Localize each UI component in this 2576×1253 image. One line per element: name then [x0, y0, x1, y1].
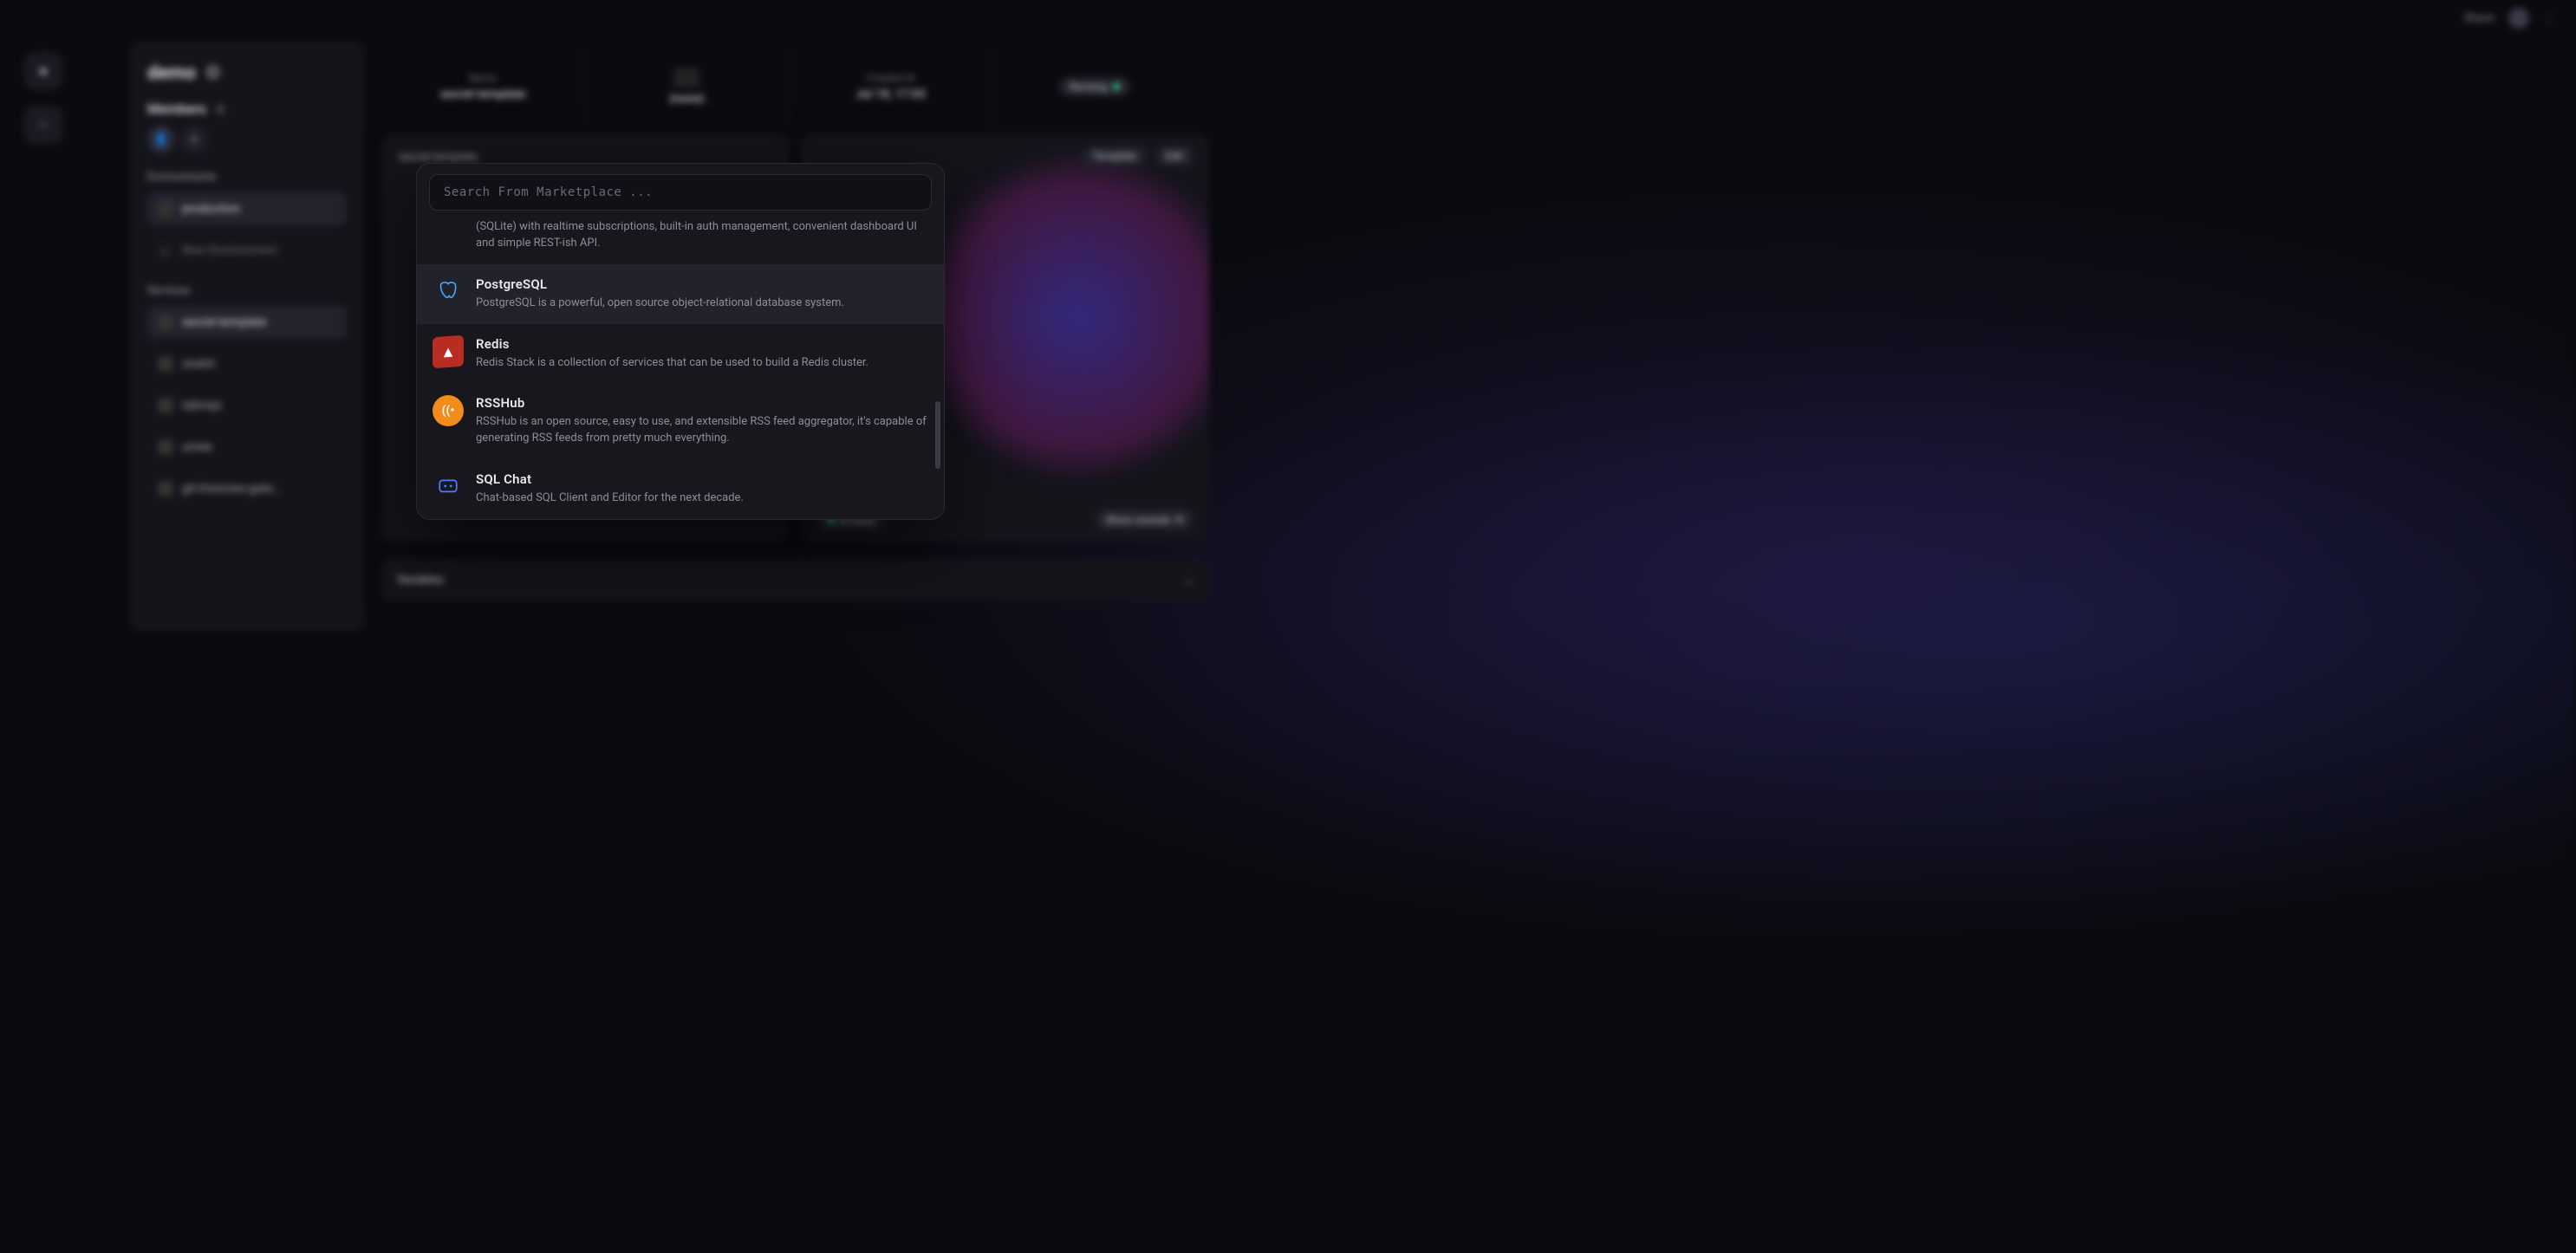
card-left-title: secret-template: [399, 151, 478, 164]
service-item[interactable]: tabrisjs: [147, 389, 347, 422]
result-description: PostgreSQL is a powerful, open source ob…: [476, 295, 844, 312]
rail-search-icon[interactable]: ☆: [24, 106, 62, 144]
avatar-menu[interactable]: [2508, 8, 2529, 29]
header-source-value: (none): [669, 92, 705, 106]
running-status-pill: Running: [1059, 77, 1130, 96]
redis-icon: ▲: [433, 334, 464, 368]
terminal-icon: ⧉: [1175, 513, 1183, 526]
marketplace-result-item[interactable]: ▲ Redis Redis Stack is a collection of ser…: [417, 324, 944, 384]
sqlchat-icon: [433, 471, 464, 503]
services-section-label: Services: [147, 284, 347, 297]
header-created-value: Jul 18, 17:03: [855, 88, 926, 101]
marketplace-result-item[interactable]: ◡(SQLite) with realtime subscriptions, b…: [417, 219, 944, 264]
result-description: Chat-based SQL Client and Editor for the…: [476, 490, 744, 507]
result-title: Redis: [476, 336, 868, 352]
member-avatar[interactable]: 👤: [147, 126, 175, 153]
left-panel: demo ⚙ Members ＋ 👤 ＋ Environments produc…: [130, 42, 364, 631]
members-header: Members ＋: [147, 98, 347, 119]
result-description: Redis Stack is a collection of services …: [476, 355, 868, 372]
service-header: Name secret-template (none) Created At J…: [381, 48, 1196, 126]
postgres-icon: [433, 276, 464, 308]
env-add-button[interactable]: ＋ New Environment: [147, 234, 347, 267]
members-add-icon[interactable]: ＋: [213, 98, 227, 119]
marketplace-popover: ◡(SQLite) with realtime subscriptions, b…: [416, 163, 945, 520]
status-dot-icon: [1113, 83, 1120, 90]
marketplace-result-item[interactable]: ((• RSSHub RSSHub is an open source, easy …: [417, 383, 944, 459]
service-item[interactable]: umee: [147, 431, 347, 464]
header-created-label: Created At: [866, 72, 914, 84]
share-button[interactable]: Share: [2463, 11, 2495, 25]
header-name-value: secret-template: [439, 88, 525, 101]
member-add-button[interactable]: ＋: [180, 126, 208, 153]
variables-strip[interactable]: Variables ⌄: [381, 559, 1209, 601]
service-item[interactable]: secret-template: [147, 306, 347, 339]
project-menu-icon[interactable]: ⚙: [205, 62, 222, 84]
rail-home-icon[interactable]: ◆: [24, 52, 62, 90]
card-glow-graphic: [914, 152, 1209, 481]
marketplace-search-input[interactable]: [429, 174, 932, 211]
show-console-button[interactable]: Show console ⧉: [1096, 510, 1194, 529]
service-item[interactable]: zealot: [147, 347, 347, 380]
nav-rail: ◆ ☆: [17, 52, 69, 159]
service-item[interactable]: git-histories-gate…: [147, 472, 347, 505]
scrollbar-thumb[interactable]: [935, 401, 940, 469]
result-title: PostgreSQL: [476, 276, 844, 292]
background-app: Share ⋮ ◆ ☆ demo ⚙ Members ＋ 👤 ＋ Environ…: [0, 0, 2576, 1253]
env-item-production[interactable]: production: [147, 192, 347, 225]
environments-section-label: Environments: [147, 171, 347, 184]
result-description: RSSHub is an open source, easy to use, a…: [476, 414, 928, 447]
result-title: SQL Chat: [476, 471, 744, 487]
result-title: RSSHub: [476, 395, 928, 411]
source-icon: [673, 68, 700, 88]
topbar: Share ⋮: [0, 0, 2576, 36]
template-chip: Template: [1083, 146, 1147, 166]
marketplace-results-list: ◡(SQLite) with realtime subscriptions, b…: [417, 219, 944, 519]
marketplace-result-item[interactable]: SQL Chat Chat-based SQL Client and Editor…: [417, 459, 944, 519]
settings-icon[interactable]: ⋮: [2543, 11, 2555, 25]
rsshub-icon: ((•: [433, 395, 464, 426]
marketplace-result-item[interactable]: PostgreSQL PostgreSQL is a powerful, open…: [417, 264, 944, 324]
edit-button[interactable]: Edit: [1155, 146, 1194, 166]
header-name-label: Name: [469, 72, 497, 84]
variables-label: Variables: [397, 574, 444, 587]
chevron-down-icon: ⌄: [1184, 574, 1194, 587]
result-description: (SQLite) with realtime subscriptions, bu…: [476, 219, 928, 252]
project-title: demo ⚙: [147, 62, 347, 84]
